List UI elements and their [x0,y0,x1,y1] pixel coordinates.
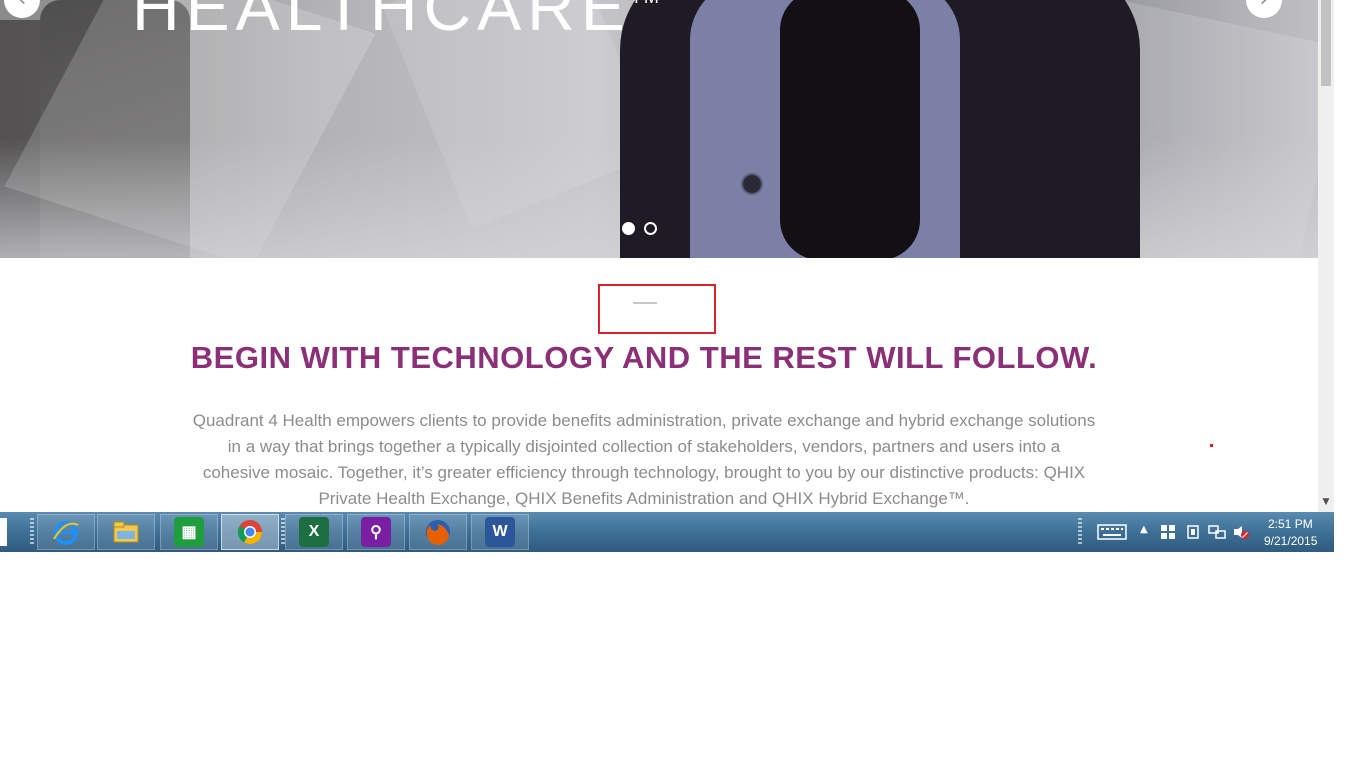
hero-carousel: HEALTHCARETM ‹ › [0,0,1318,258]
intro-line: Quadrant 4 Health empowers clients to pr… [192,411,1096,430]
taskbar-grip[interactable] [30,518,34,546]
section-headline: BEGIN WITH TECHNOLOGY AND THE REST WILL … [190,340,1098,375]
clock-time[interactable]: 2:51 PM [1268,517,1313,531]
windows-taskbar: ▦ X ⚲ W ▲ [0,512,1334,552]
taskbar-app-internet-explorer[interactable] [37,514,95,550]
show-hidden-icons-icon[interactable]: ▲ [1140,524,1148,535]
vertical-scrollbar[interactable]: ▼ [1318,0,1334,512]
intro-line: cohesive mosaic. Together, it’s greater … [202,463,1086,482]
hero-title-text: HEALTHCARE [132,0,631,44]
chevron-right-icon: › [1260,0,1269,12]
cursor-marker [1210,444,1213,447]
firefox-icon [426,520,450,546]
internet-explorer-icon [53,521,79,545]
tray-grip [1078,518,1082,546]
browser-viewport: HEALTHCARETM ‹ › BEGIN WITH TECHNOLOGY A… [0,0,1334,512]
taskbar-app-chrome[interactable] [221,514,279,550]
taskbar-app-search[interactable]: ⚲ [347,514,405,550]
highlight-box [598,284,716,334]
hero-title: HEALTHCARETM [132,0,661,40]
clock-date[interactable]: 9/21/2015 [1264,534,1317,548]
keyboard-icon[interactable] [1097,524,1127,540]
carousel-prev-button[interactable]: ‹ [4,0,40,18]
word-icon: W [485,517,515,547]
power-plug-icon[interactable] [1185,524,1201,540]
windows-flag-icon[interactable] [1160,524,1176,540]
start-button[interactable] [0,518,7,546]
taskbar-app-firefox[interactable] [409,514,467,550]
trademark-symbol: TM [631,0,661,7]
carousel-pagination [622,222,657,235]
network-icon[interactable] [1208,524,1226,540]
hero-person-scarf [780,0,920,258]
carousel-dot-1[interactable] [622,222,635,235]
intro-line: Private Health Exchange, QHIX Benefits A… [318,489,970,508]
store-icon: ▦ [174,517,204,547]
volume-muted-icon[interactable] [1232,524,1250,540]
scrollbar-thumb[interactable] [1321,0,1331,86]
taskbar-app-word[interactable]: W [471,514,529,550]
chevron-left-icon: ‹ [18,0,27,12]
hero-person-button [741,173,763,195]
file-explorer-icon [113,521,139,543]
section-intro: Quadrant 4 Health empowers clients to pr… [160,408,1128,512]
taskbar-app-file-explorer[interactable] [97,514,155,550]
chrome-icon [237,520,262,545]
carousel-dot-2[interactable] [644,222,657,235]
section-divider [633,302,657,304]
search-app-icon: ⚲ [361,517,391,547]
carousel-next-button[interactable]: › [1246,0,1282,18]
intro-line: in a way that brings together a typicall… [227,437,1061,456]
taskbar-app-store[interactable]: ▦ [160,514,218,550]
taskbar-app-excel[interactable]: X [285,514,343,550]
scroll-down-arrow-icon[interactable]: ▼ [1321,496,1331,508]
excel-icon: X [299,517,329,547]
